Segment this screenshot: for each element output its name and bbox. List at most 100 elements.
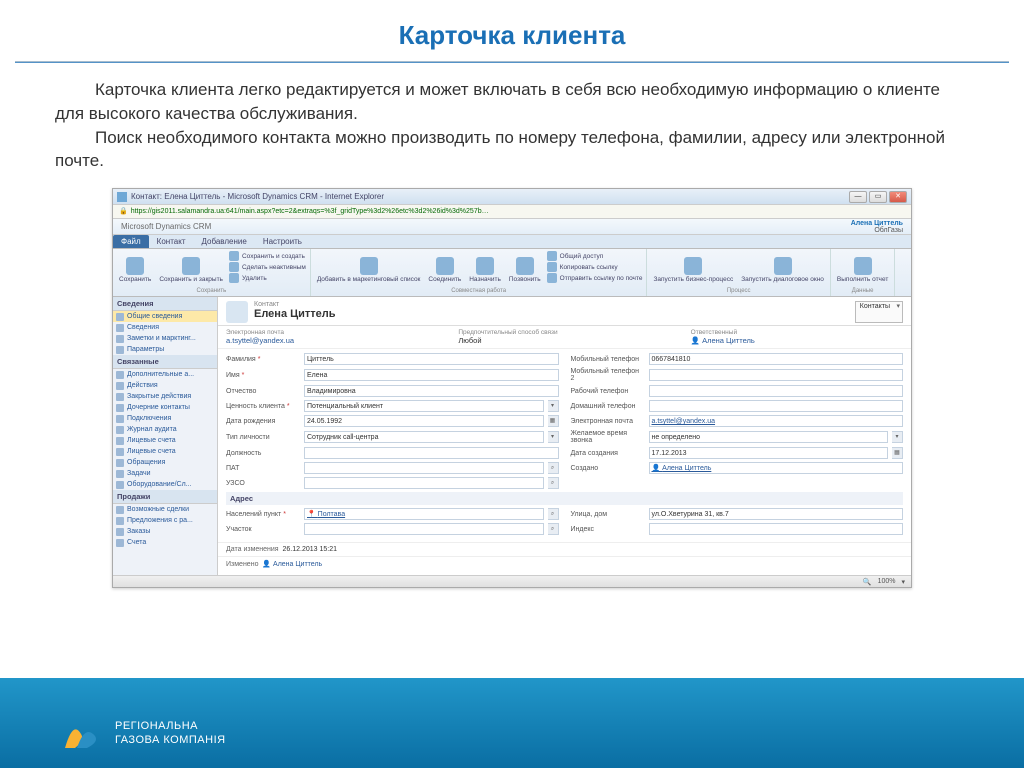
homephone-label: Домашний телефон xyxy=(571,403,645,410)
position-input[interactable] xyxy=(304,447,559,459)
summary-owner-value[interactable]: 👤 Алена Циттель xyxy=(691,336,903,345)
connect-icon xyxy=(436,257,454,275)
lookup-icon[interactable]: ⌕ xyxy=(548,477,559,489)
zoom-icon[interactable]: 🔍 xyxy=(863,578,872,586)
sidebar-item[interactable]: Оборудование/Сл... xyxy=(113,479,217,490)
save-icon xyxy=(126,257,144,275)
sidebar-item-params[interactable]: Параметры xyxy=(113,344,217,355)
mobile-input[interactable]: 0667841810 xyxy=(649,353,904,365)
report-button[interactable]: Выполнить отчет xyxy=(835,251,890,288)
sidebar-item[interactable]: Закрытые действия xyxy=(113,391,217,402)
modified-label: Дата изменения xyxy=(226,546,279,553)
zoom-dropdown-icon[interactable]: ▾ xyxy=(901,578,905,586)
lookup-icon[interactable]: ⌕ xyxy=(548,523,559,535)
ribbon-tab-customize[interactable]: Настроить xyxy=(255,235,310,248)
calendar-icon[interactable]: ▦ xyxy=(548,415,559,427)
pat-input[interactable] xyxy=(304,462,544,474)
firstname-input[interactable]: Елена xyxy=(304,369,559,381)
save-button[interactable]: Сохранить xyxy=(117,251,153,288)
calendar-icon[interactable]: ▦ xyxy=(892,447,903,459)
crm-header: Microsoft Dynamics CRM Алена Циттель Обл… xyxy=(113,219,911,235)
sidebar-item[interactable]: Лицевые счета xyxy=(113,446,217,457)
createdby-input[interactable]: 👤 Алена Циттель xyxy=(649,462,904,474)
value-input[interactable]: Потенциальный клиент xyxy=(304,400,544,412)
sidebar-item[interactable]: Дополнительные а... xyxy=(113,369,217,380)
value-dropdown-icon[interactable]: ▾ xyxy=(548,400,559,412)
sidebar-item[interactable]: Задачи xyxy=(113,468,217,479)
sidebar-item[interactable]: Журнал аудита xyxy=(113,424,217,435)
sidebar-item[interactable]: Счета xyxy=(113,537,217,548)
patronymic-input[interactable]: Владимировна xyxy=(304,385,559,397)
type-dropdown-icon[interactable]: ▾ xyxy=(548,431,559,443)
ribbon-tab-contact[interactable]: Контакт xyxy=(149,235,194,248)
slide-para-2: Поиск необходимого контакта можно произв… xyxy=(55,126,969,174)
record-name: Елена Циттель xyxy=(254,308,336,320)
created-input[interactable]: 17.12.2013 xyxy=(649,447,889,459)
deactivate-button[interactable]: Сделать неактивным xyxy=(229,262,306,272)
add-to-list-button[interactable]: Добавить в маркетинговый список xyxy=(315,251,423,288)
workflow-button[interactable]: Запустить бизнес-процесс xyxy=(651,251,735,288)
sidebar-item[interactable]: Заказы xyxy=(113,526,217,537)
content-header: Контакт Елена Циттель Контакты xyxy=(218,297,911,326)
connect-button[interactable]: Соединить xyxy=(426,251,463,288)
sidebar-item-general[interactable]: Общие сведения xyxy=(113,311,217,322)
zoom-value: 100% xyxy=(878,578,896,585)
save-new-button[interactable]: Сохранить и создать xyxy=(229,251,306,261)
lookup-icon[interactable]: ⌕ xyxy=(548,462,559,474)
close-button[interactable]: ✕ xyxy=(889,191,907,203)
mail-icon xyxy=(547,273,557,283)
ribbon-tab-add[interactable]: Добавление xyxy=(193,235,254,248)
delete-button[interactable]: Удалить xyxy=(229,273,306,283)
email2-input[interactable]: a.tsyttel@yandex.ua xyxy=(649,415,904,427)
sidebar-item-notes[interactable]: Заметки и марктинг... xyxy=(113,333,217,344)
sidebar-item[interactable]: Действия xyxy=(113,380,217,391)
minimize-button[interactable]: — xyxy=(849,191,867,203)
street-input[interactable]: ул.О.Хветурина 31, кв.7 xyxy=(649,508,904,520)
copy-link-button[interactable]: Копировать ссылку xyxy=(547,262,643,272)
changedby-value[interactable]: 👤 Алена Циттель xyxy=(262,561,322,568)
dialog-button[interactable]: Запустить диалоговое окно xyxy=(739,251,826,288)
dialog-icon xyxy=(774,257,792,275)
email2-label: Электронная почта xyxy=(571,418,645,425)
share-button[interactable]: Общий доступ xyxy=(547,251,643,261)
sidebar-item[interactable]: Возможные сделки xyxy=(113,504,217,515)
sidebar-item[interactable]: Подключения xyxy=(113,413,217,424)
uzso-input[interactable] xyxy=(304,477,544,489)
wish-dropdown-icon[interactable]: ▾ xyxy=(892,431,903,443)
sidebar-item-details[interactable]: Сведения xyxy=(113,322,217,333)
type-input[interactable]: Сотрудник call-центра xyxy=(304,431,544,443)
ribbon-group-save-label: Сохранить xyxy=(117,288,306,294)
view-dropdown[interactable]: Контакты xyxy=(855,301,903,323)
share-icon xyxy=(547,251,557,261)
sidebar-item[interactable]: Лицевые счета xyxy=(113,435,217,446)
firstname-label: Имя * xyxy=(226,372,300,379)
homephone-input[interactable] xyxy=(649,400,904,412)
wish-input[interactable]: не определено xyxy=(649,431,889,443)
workphone-input[interactable] xyxy=(649,385,904,397)
address-section-header[interactable]: Адрес xyxy=(226,492,903,505)
maximize-button[interactable]: ▭ xyxy=(869,191,887,203)
city-input[interactable]: 📍 Полтава xyxy=(304,508,544,520)
url-bar[interactable]: 🔒https://gis2011.salamandra.ua:641/main.… xyxy=(113,205,911,219)
user-org: ОблГазы xyxy=(851,227,903,234)
dob-input[interactable]: 24.05.1992 xyxy=(304,415,544,427)
assign-button[interactable]: Назначить xyxy=(467,251,503,288)
uchastok-input[interactable] xyxy=(304,523,544,535)
status-bar: 🔍 100% ▾ xyxy=(113,575,911,587)
call-button[interactable]: Позвонить xyxy=(507,251,543,288)
summary-email-value[interactable]: a.tsyttel@yandex.ua xyxy=(226,336,438,345)
mobile2-input[interactable] xyxy=(649,369,904,381)
ribbon-tab-file[interactable]: Файл xyxy=(113,235,149,248)
lastname-input[interactable]: Циттель xyxy=(304,353,559,365)
sidebar-item[interactable]: Обращения xyxy=(113,457,217,468)
sidebar-item[interactable]: Предложения с ра... xyxy=(113,515,217,526)
delete-icon xyxy=(229,273,239,283)
index-input[interactable] xyxy=(649,523,904,535)
summary-row: Электронная почта a.tsyttel@yandex.ua Пр… xyxy=(218,326,911,349)
crm-window: Контакт: Елена Циттель - Microsoft Dynam… xyxy=(112,188,912,588)
save-close-button[interactable]: Сохранить и закрыть xyxy=(157,251,225,288)
email-link-button[interactable]: Отправить ссылку по почте xyxy=(547,273,643,283)
app-icon xyxy=(117,192,127,202)
lookup-icon[interactable]: ⌕ xyxy=(548,508,559,520)
sidebar-item[interactable]: Дочерние контакты xyxy=(113,402,217,413)
